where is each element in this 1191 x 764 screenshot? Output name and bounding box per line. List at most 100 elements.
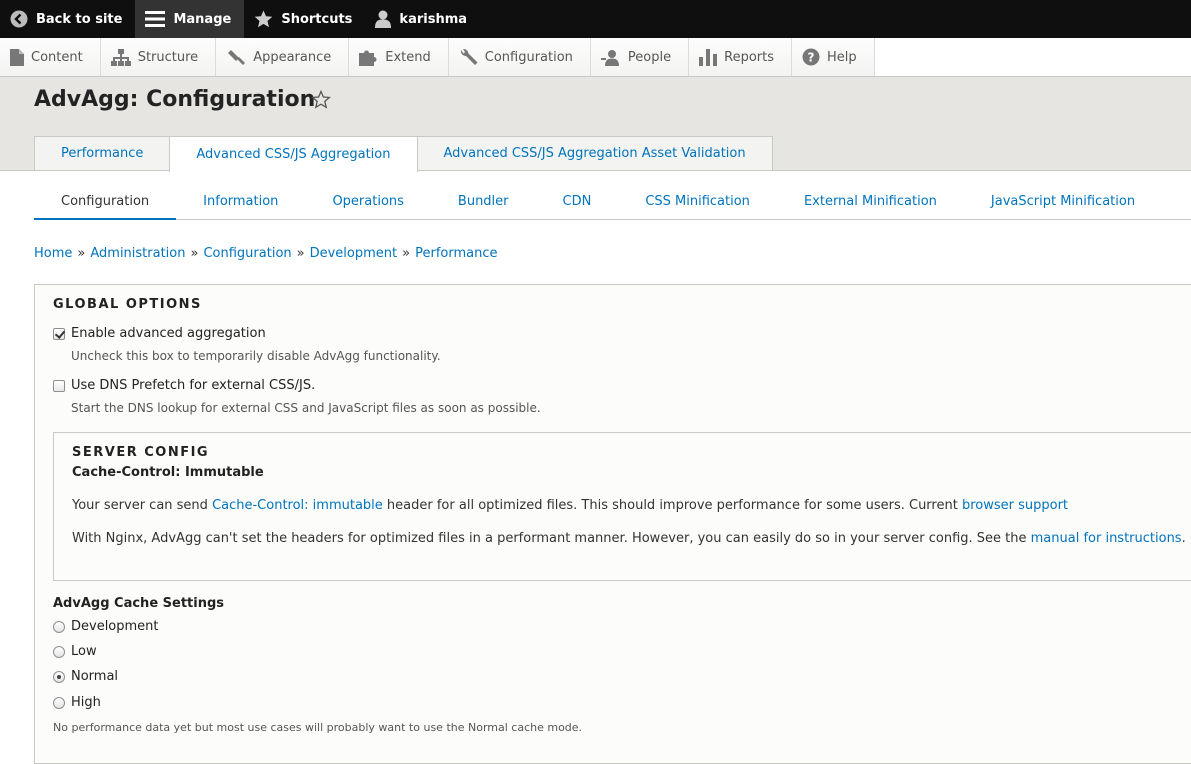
manage-tab[interactable]: Manage xyxy=(135,0,245,38)
user-label: karishma xyxy=(399,11,468,27)
text-fragment: With Nginx, AdvAgg can't set the headers… xyxy=(72,531,1031,546)
primary-tabs: Performance Advanced CSS/JS Aggregation … xyxy=(34,136,773,172)
shortcuts-tab[interactable]: Shortcuts xyxy=(244,0,365,38)
cache-control-subtitle: Cache-Control: Immutable xyxy=(72,465,264,480)
secondary-tabs: Configuration Information Operations Bun… xyxy=(34,186,1191,220)
dns-prefetch-description: Start the DNS lookup for external CSS an… xyxy=(71,401,541,415)
breadcrumb: Home » Administration » Configuration » Develo… xyxy=(34,246,497,261)
browser-support-link[interactable]: browser support xyxy=(962,498,1068,513)
dns-prefetch-label: Use DNS Prefetch for external CSS/JS. xyxy=(71,378,316,393)
tray-item-reports[interactable]: Reports xyxy=(689,38,792,76)
subtab-operations[interactable]: Operations xyxy=(305,186,430,219)
dns-prefetch-checkbox[interactable] xyxy=(53,379,65,392)
nginx-paragraph: With Nginx, AdvAgg can't set the headers… xyxy=(72,531,1186,546)
cache-option-label: Low xyxy=(71,644,97,659)
back-to-site-link[interactable]: Back to site xyxy=(0,0,135,38)
tray-label: Appearance xyxy=(253,49,332,65)
breadcrumb-separator: » xyxy=(190,246,199,261)
subtab-information[interactable]: Information xyxy=(176,186,305,219)
global-options-legend: GLOBAL OPTIONS xyxy=(53,297,202,312)
cache-option-high[interactable]: High xyxy=(53,695,101,710)
tray-label: Structure xyxy=(137,49,199,65)
enable-aggregation-checkbox[interactable] xyxy=(53,327,65,340)
subtab-cdn[interactable]: CDN xyxy=(536,186,619,219)
server-config-legend: SERVER CONFIG xyxy=(72,445,210,460)
wrench-icon xyxy=(459,48,478,66)
tray-item-extend[interactable]: Extend xyxy=(349,38,449,76)
tray-item-appearance[interactable]: Appearance xyxy=(216,38,350,76)
global-options-fieldset: GLOBAL OPTIONS Enable advanced aggregati… xyxy=(34,284,1191,764)
tray-item-people[interactable]: People xyxy=(590,38,690,76)
cache-settings-title: AdvAgg Cache Settings xyxy=(53,596,225,611)
file-icon xyxy=(10,48,24,66)
cache-option-label: Normal xyxy=(71,669,119,684)
cache-radio-low[interactable] xyxy=(53,645,65,658)
subtab-css-minification[interactable]: CSS Minification xyxy=(618,186,777,219)
text-fragment: header for all optimized files. This sho… xyxy=(382,498,962,513)
help-icon: ? xyxy=(802,48,820,66)
breadcrumb-separator: » xyxy=(77,246,86,261)
tray-item-help[interactable]: ? Help xyxy=(792,38,875,76)
tab-performance[interactable]: Performance xyxy=(34,136,171,170)
subtab-bundler[interactable]: Bundler xyxy=(431,186,536,219)
tray-item-structure[interactable]: Structure xyxy=(100,38,217,76)
tray-item-configuration[interactable]: Configuration xyxy=(448,38,591,76)
enable-aggregation-description: Uncheck this box to temporarily disable … xyxy=(71,349,441,363)
tray-label: Content xyxy=(31,49,83,65)
subtab-configuration[interactable]: Configuration xyxy=(34,186,177,220)
breadcrumb-separator: » xyxy=(402,246,411,261)
star-icon xyxy=(254,10,273,28)
server-config-fieldset: SERVER CONFIG Cache-Control: Immutable Y… xyxy=(53,432,1191,581)
cache-radio-high[interactable] xyxy=(53,696,65,709)
breadcrumb-home[interactable]: Home xyxy=(34,246,72,261)
puzzle-icon xyxy=(359,49,378,66)
tray-label: People xyxy=(627,49,672,65)
cache-radio-development[interactable] xyxy=(53,620,65,633)
cache-option-low[interactable]: Low xyxy=(53,644,97,659)
enable-aggregation-label: Enable advanced aggregation xyxy=(71,326,266,341)
admin-tray: Content Structure Appearance Extend Conf… xyxy=(0,38,1191,77)
tab-asset-validation[interactable]: Advanced CSS/JS Aggregation Asset Valida… xyxy=(416,136,773,170)
cache-control-immutable-link[interactable]: Cache-Control: immutable xyxy=(212,498,383,513)
cache-settings-note: No performance data yet but most use cas… xyxy=(53,721,583,734)
tray-label: Reports xyxy=(724,49,774,65)
sitemap-icon xyxy=(110,48,131,66)
cache-option-label: Development xyxy=(71,619,159,634)
svg-text:?: ? xyxy=(808,51,815,65)
immutable-paragraph: Your server can send Cache-Control: immu… xyxy=(72,498,1068,513)
enable-aggregation-option[interactable]: Enable advanced aggregation xyxy=(53,326,266,341)
breadcrumb-development[interactable]: Development xyxy=(310,246,398,261)
manual-instructions-link[interactable]: manual for instructions xyxy=(1031,531,1182,546)
cache-option-development[interactable]: Development xyxy=(53,619,159,634)
tray-label: Extend xyxy=(385,49,431,65)
manage-label: Manage xyxy=(173,11,232,27)
cache-option-label: High xyxy=(71,695,101,710)
user-icon xyxy=(375,10,392,28)
text-fragment: . xyxy=(1181,531,1186,546)
tray-label: Configuration xyxy=(484,49,573,65)
page-header: AdvAgg: Configuration Performance Advanc… xyxy=(0,77,1191,172)
page-title: AdvAgg: Configuration xyxy=(34,87,316,112)
tab-advanced-aggregation[interactable]: Advanced CSS/JS Aggregation xyxy=(169,136,418,172)
breadcrumb-administration[interactable]: Administration xyxy=(90,246,185,261)
breadcrumb-performance[interactable]: Performance xyxy=(415,246,497,261)
shortcuts-label: Shortcuts xyxy=(281,11,353,27)
breadcrumb-separator: » xyxy=(296,246,305,261)
user-tab[interactable]: karishma xyxy=(365,0,480,38)
cache-radio-normal[interactable] xyxy=(53,670,65,683)
cache-option-normal[interactable]: Normal xyxy=(53,669,118,684)
hamburger-icon xyxy=(145,10,166,28)
back-to-site-label: Back to site xyxy=(36,11,123,27)
subtab-javascript-minification[interactable]: JavaScript Minification xyxy=(964,186,1162,219)
shortcut-star-icon[interactable] xyxy=(311,89,331,113)
dns-prefetch-option[interactable]: Use DNS Prefetch for external CSS/JS. xyxy=(53,378,315,393)
tray-label: Help xyxy=(827,49,857,65)
text-fragment: Your server can send xyxy=(72,498,213,513)
admin-toolbar: Back to site Manage Shortcuts karishma xyxy=(0,0,1191,38)
person-icon xyxy=(600,49,621,66)
bar-chart-icon xyxy=(699,48,718,66)
breadcrumb-configuration[interactable]: Configuration xyxy=(203,246,291,261)
tray-item-content[interactable]: Content xyxy=(0,38,101,76)
back-arrow-icon xyxy=(10,10,28,28)
subtab-external-minification[interactable]: External Minification xyxy=(777,186,964,219)
